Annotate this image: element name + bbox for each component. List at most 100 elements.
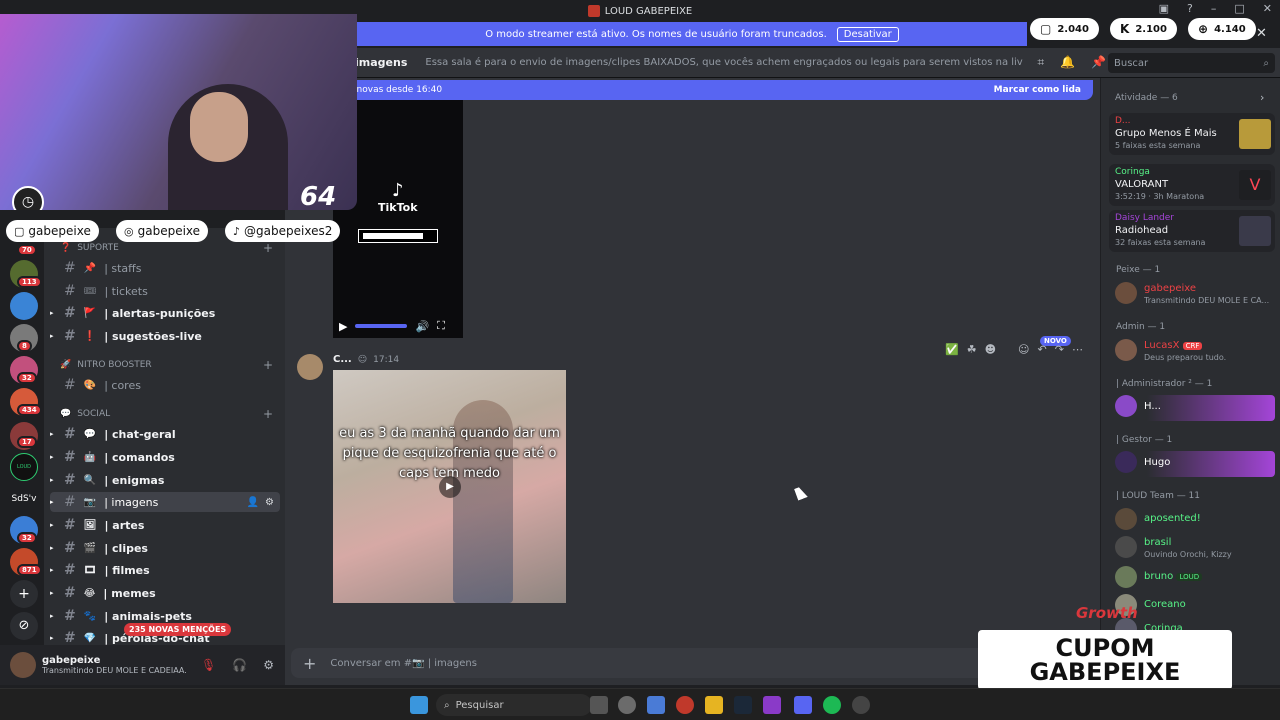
channel-tickets[interactable]: # 🎟 | tickets: [50, 281, 280, 301]
gear-icon[interactable]: ⚙: [263, 658, 274, 672]
add-reaction-icon[interactable]: ☺: [1018, 343, 1029, 356]
channel-staffs[interactable]: # 📌 | staffs: [50, 258, 280, 278]
channel-cores[interactable]: # 🎨 | cores: [50, 375, 280, 395]
threads-icon[interactable]: ⌗: [1037, 55, 1044, 70]
copilot-icon[interactable]: [647, 696, 665, 714]
app-icon[interactable]: [852, 696, 870, 714]
add-channel-icon[interactable]: +: [263, 241, 273, 255]
help-icon[interactable]: ?: [1187, 2, 1193, 15]
close-window-button[interactable]: ✕: [1263, 2, 1272, 15]
channel-artes[interactable]: ▸ # 🖼 | artes: [50, 515, 280, 535]
user-name[interactable]: gabepeixe: [42, 655, 187, 666]
taskbar-search[interactable]: ⌕ Pesquisar: [436, 694, 592, 716]
volume-slider[interactable]: [355, 324, 408, 328]
avatar: [1115, 566, 1137, 588]
message-input[interactable]: + Conversar em #📷 | imagens: [291, 648, 991, 678]
chat-bubble-icon: 💬: [60, 409, 72, 419]
new-messages-bar[interactable]: s novas desde 16:40 Marcar como lida: [337, 80, 1093, 100]
tiktok-icon: ♪: [392, 180, 404, 201]
task-view-icon[interactable]: [590, 696, 608, 714]
activity-card[interactable]: Coringa VALORANT 3:52:19 · 3h Maratona V: [1109, 164, 1275, 206]
video-controls: ▶ 🔊 ⛶: [333, 315, 463, 337]
steam-icon[interactable]: [734, 696, 752, 714]
role-header: | LOUD Team — 11: [1116, 491, 1201, 501]
maximize-button[interactable]: □: [1234, 2, 1244, 15]
channel-clipes[interactable]: ▸ # 🎬 | clipes: [50, 538, 280, 558]
member-bruno[interactable]: bruno LOUD: [1115, 566, 1275, 592]
gear-icon[interactable]: ⚙: [265, 497, 274, 508]
message-author[interactable]: C...: [333, 354, 352, 365]
minimize-button[interactable]: –: [1211, 2, 1217, 15]
counter-pill-kick: K 2.100: [1110, 18, 1177, 40]
bell-icon[interactable]: 🔔: [1060, 55, 1075, 70]
reply-icon[interactable]: ↶: [1038, 343, 1047, 356]
add-channel-icon[interactable]: +: [263, 407, 273, 421]
activity-card[interactable]: Daisy Lander Radiohead 32 faixas esta se…: [1109, 210, 1275, 252]
explore-icon[interactable]: ⊘: [10, 612, 38, 640]
reaction-icon[interactable]: ☻: [985, 343, 996, 356]
microphone-muted-icon[interactable]: 🎙: [201, 658, 216, 672]
file-explorer-icon[interactable]: [705, 696, 723, 714]
add-server-icon[interactable]: +: [10, 580, 38, 608]
role-header: Peixe — 1: [1116, 265, 1161, 275]
channel-enigmas[interactable]: ▸ # 🔍 | enigmas: [50, 470, 280, 490]
member-hugo[interactable]: Hugo: [1115, 451, 1275, 477]
play-icon[interactable]: ▶: [439, 476, 461, 498]
discord-icon[interactable]: [794, 696, 812, 714]
app-icon[interactable]: [618, 696, 636, 714]
member-gabepeixe[interactable]: gabepeixe Transmitindo DEU MOLE E CA...: [1115, 282, 1275, 308]
channel-comandos[interactable]: ▸ # 🤖 | comandos: [50, 447, 280, 467]
add-attachment-icon[interactable]: +: [303, 654, 316, 673]
windows-start-icon[interactable]: [410, 696, 428, 714]
app-icon[interactable]: [763, 696, 781, 714]
channel-alertas-punicoes[interactable]: ▸ # 🚩 | alertas-punições: [50, 303, 280, 323]
server-sds[interactable]: SdS'v: [10, 485, 38, 513]
inbox-icon[interactable]: ▣: [1159, 2, 1169, 15]
channel-sugestoes-live[interactable]: ▸ # ❗ | sugestões-live: [50, 326, 280, 346]
category-social[interactable]: 💬 SOCIAL +: [60, 407, 273, 421]
album-thumbnail: [1239, 216, 1271, 246]
opera-icon[interactable]: [676, 696, 694, 714]
category-suporte[interactable]: ❓ SUPORTE +: [60, 241, 273, 255]
spotify-icon[interactable]: [823, 696, 841, 714]
member-brasil[interactable]: brasil Ouvindo Orochi, Kizzy: [1115, 536, 1275, 562]
instagram-icon: ◎: [124, 224, 134, 238]
invite-icon[interactable]: 👤: [247, 497, 259, 508]
chevron-right-icon[interactable]: ›: [1260, 91, 1264, 104]
member-coreano[interactable]: Coreano: [1115, 594, 1275, 620]
add-channel-icon[interactable]: +: [263, 358, 273, 372]
member-h[interactable]: H...: [1115, 395, 1275, 421]
category-nitro-booster[interactable]: 🚀 NITRO BOOSTER +: [60, 358, 273, 372]
more-icon[interactable]: ⋯: [1072, 343, 1083, 356]
deactivate-button[interactable]: Desativar: [836, 26, 899, 42]
check-reaction-icon[interactable]: ✅: [945, 343, 959, 356]
fullscreen-icon[interactable]: ⛶: [437, 319, 445, 333]
avatar[interactable]: [10, 652, 36, 678]
member-lucasx[interactable]: LucasX CRF Deus preparou tudo.: [1115, 339, 1275, 365]
member-aposented[interactable]: aposented!: [1115, 508, 1275, 534]
activity-header: Atividade — 6: [1115, 93, 1178, 103]
avatar[interactable]: [297, 354, 323, 380]
window-title: LOUD GABEPEIXE: [604, 5, 693, 17]
search-input[interactable]: Buscar ⌕: [1108, 53, 1275, 73]
channel-memes[interactable]: ▸ # 😂 | memes: [50, 583, 280, 603]
reaction-icon[interactable]: ☘: [967, 343, 977, 356]
server-icon[interactable]: [10, 292, 38, 320]
activity-card[interactable]: D... Grupo Menos É Mais 5 faixas esta se…: [1109, 113, 1275, 155]
video-embed[interactable]: eu as 3 da manhã quando dar um pique de …: [333, 370, 566, 603]
pin-icon[interactable]: 📌: [1091, 55, 1106, 70]
channel-topic[interactable]: Essa sala é para o envio de imagens/clip…: [425, 57, 1023, 68]
headphones-icon[interactable]: 🎧: [232, 658, 247, 672]
server-loud[interactable]: LOUD: [10, 453, 38, 481]
close-icon[interactable]: ✕: [1256, 26, 1267, 41]
channel-imagens[interactable]: ▸ # 📷 | imagens 👤 ⚙: [50, 492, 280, 512]
avatar: [1115, 395, 1137, 417]
category-icon: ❓: [60, 243, 72, 253]
play-icon[interactable]: ▶: [339, 320, 347, 333]
channel-filmes[interactable]: ▸ # 🎞 | filmes: [50, 560, 280, 580]
forward-icon[interactable]: ↷: [1055, 343, 1064, 356]
new-mentions-badge[interactable]: 235 NOVAS MENÇÕES: [124, 623, 232, 636]
volume-icon[interactable]: 🔊: [415, 320, 429, 333]
channel-chat-geral[interactable]: ▸ # 💬 | chat-geral: [50, 424, 280, 444]
mark-as-read-button[interactable]: Marcar como lida: [994, 85, 1081, 95]
